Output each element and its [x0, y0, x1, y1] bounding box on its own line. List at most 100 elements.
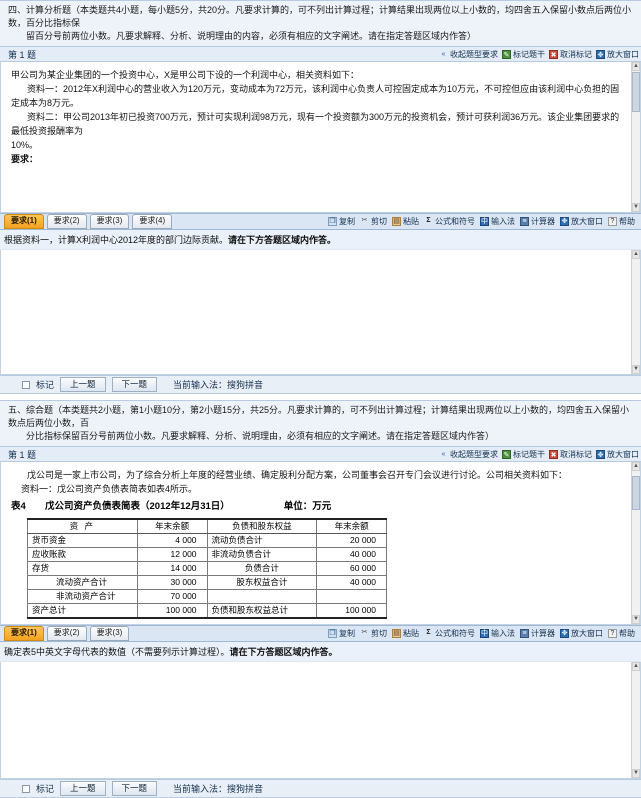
scroll-up-icon[interactable]: ▲ [632, 62, 640, 71]
tab-requirement-3[interactable]: 要求(3) [89, 626, 130, 641]
enlarge-window-icon: ✥ [560, 217, 569, 226]
stem-scrollbar[interactable]: ▲ ▼ [631, 462, 640, 624]
collapse-requirements-button[interactable]: « 收起题型要求 [439, 49, 498, 60]
question-type-line-2: 留百分号前两位小数。凡要求解释、分析、说明理由的内容，必须有相应的文字阐述。请在… [26, 31, 477, 41]
table-unit: 单位：万元 [283, 501, 332, 512]
previous-question-button[interactable]: 上一题 [60, 781, 106, 796]
paste-button[interactable]: ▤ 粘贴 [392, 628, 419, 639]
status-bar-five: 标记 上一题 下一题 当前输入法：搜狗拼音 [0, 779, 641, 798]
cell-liability-amount: 20 000 [316, 533, 387, 548]
unmark-button[interactable]: ✖ 取消标记 [549, 449, 592, 460]
formula-symbols-label: 公式和符号 [435, 217, 475, 226]
column-header-liability-amount: 年末余额 [316, 518, 387, 534]
input-method-button[interactable]: 中 输入法 [480, 216, 515, 227]
next-question-button[interactable]: 下一题 [111, 377, 158, 392]
requirement-bold-note: 请在下方答题区域内作答。 [229, 647, 338, 657]
calculator-icon: ≡ [520, 217, 529, 226]
collapse-requirements-button[interactable]: « 收起题型要求 [439, 449, 498, 460]
formula-symbols-button[interactable]: Σ 公式和符号 [424, 628, 475, 639]
collapse-icon: « [441, 450, 446, 458]
answer-scrollbar[interactable]: ▲ ▼ [631, 250, 640, 374]
help-button[interactable]: ? 帮助 [608, 628, 635, 639]
cell-liability-amount: 40 000 [316, 575, 387, 590]
next-question-button[interactable]: 下一题 [111, 781, 158, 796]
mark-checkbox[interactable] [22, 380, 30, 389]
enlarge-window-label: 放大窗口 [571, 629, 603, 638]
previous-question-button[interactable]: 上一题 [60, 377, 106, 392]
column-header-asset: 资 产 [27, 518, 138, 534]
requirement-text: 根据资料一，计算X利润中心2012年度的部门边际贡献。 [4, 235, 229, 245]
paste-label: 粘贴 [403, 217, 419, 226]
tab-requirement-1[interactable]: 要求(1) [4, 626, 44, 641]
scroll-up-icon[interactable]: ▲ [632, 250, 640, 259]
scrollbar-thumb[interactable] [632, 72, 640, 112]
stem-scrollbar[interactable]: ▲ ▼ [631, 62, 640, 212]
enlarge-window-button[interactable]: ✥ 放大窗口 [560, 628, 603, 639]
sigma-icon: Σ [426, 629, 431, 636]
calculator-icon: ≡ [520, 629, 529, 638]
cell-liability-amount: 40 000 [316, 547, 387, 562]
paste-button[interactable]: ▤ 粘贴 [392, 216, 419, 227]
tab-requirement-2[interactable]: 要求(2) [46, 214, 87, 229]
question-number-label: 第 1 题 [8, 49, 37, 60]
paste-label: 粘贴 [403, 629, 419, 638]
unmark-button[interactable]: ✖ 取消标记 [549, 49, 592, 60]
calculator-button[interactable]: ≡ 计算器 [520, 216, 555, 227]
tab-requirement-1[interactable]: 要求(1) [4, 214, 44, 229]
answer-scrollbar[interactable]: ▲ ▼ [631, 662, 640, 778]
cancel-mark-icon: ✖ [549, 449, 558, 459]
input-method-label: 输入法 [491, 629, 515, 638]
requirement-tabs-four: 要求(1) 要求(2) 要求(3) 要求(4) [4, 214, 173, 229]
enlarge-window-label: 放大窗口 [607, 49, 639, 59]
mark-checkbox[interactable] [22, 784, 30, 793]
copy-button[interactable]: ❐ 复制 [328, 628, 355, 639]
requirement-bold-note: 请在下方答题区域内作答。 [228, 235, 337, 245]
scissors-icon: ✂ [361, 217, 368, 224]
cut-button[interactable]: ✂ 剪切 [360, 628, 387, 639]
cell-asset-amount: 12 000 [136, 547, 208, 562]
requirement-text-four: 根据资料一，计算X利润中心2012年度的部门边际贡献。请在下方答题区域内作答。 [0, 230, 641, 250]
answer-input-area-five[interactable]: ▲ ▼ [0, 662, 641, 779]
tab-requirement-2[interactable]: 要求(2) [46, 626, 87, 641]
cut-label: 剪切 [371, 217, 387, 226]
cell-asset: 流动资产合计 [27, 575, 138, 590]
requirement-text-five: 确定表5中英文字母代表的数值（不需要列示计算过程）。请在下方答题区域内作答。 [0, 642, 641, 662]
cell-liability: 流动负债合计 [206, 533, 318, 548]
table-number: 表4 [11, 501, 26, 512]
formula-symbols-button[interactable]: Σ 公式和符号 [424, 216, 475, 227]
scroll-down-icon[interactable]: ▼ [632, 203, 640, 212]
cell-asset: 货币资金 [27, 533, 138, 548]
cut-label: 剪切 [371, 629, 387, 638]
cell-liability [206, 589, 318, 604]
cell-asset: 应收账款 [27, 547, 138, 562]
scroll-down-icon[interactable]: ▼ [632, 769, 640, 778]
enlarge-window-button[interactable]: ✥ 放大窗口 [596, 49, 639, 60]
stem-requirement-label: 要求： [11, 154, 39, 164]
cut-button[interactable]: ✂ 剪切 [360, 216, 387, 227]
copy-button[interactable]: ❐ 复制 [328, 216, 355, 227]
help-button[interactable]: ? 帮助 [608, 216, 635, 227]
stem-paragraph: 资料二：甲公司2013年初已投资700万元，预计可实现利润98万元，现有一个投资… [11, 112, 620, 136]
edit-tool-group-four: ❐ 复制 ✂ 剪切 ▤ 粘贴 Σ 公式和符号 中 输入法 ≡ 计算器 ✥ 放大窗… [328, 216, 637, 227]
answer-input-area-four[interactable]: ▲ ▼ [0, 250, 641, 375]
question-stem-five: 戊公司是一家上市公司，为了综合分析上年度的经营业绩、确定股利分配方案，公司董事会… [0, 462, 641, 625]
cell-asset-amount: 14 000 [136, 561, 208, 576]
scroll-up-icon[interactable]: ▲ [632, 462, 640, 471]
mark-stem-label: 标记题干 [513, 49, 545, 59]
collapse-requirements-label: 收起题型要求 [450, 449, 498, 459]
scroll-down-icon[interactable]: ▼ [632, 615, 640, 624]
enlarge-window-button[interactable]: ✥ 放大窗口 [596, 449, 639, 460]
cell-asset: 存货 [27, 561, 138, 576]
mark-stem-button[interactable]: ✎ 标记题干 [502, 449, 545, 460]
tab-requirement-3[interactable]: 要求(3) [89, 214, 130, 229]
scroll-down-icon[interactable]: ▼ [632, 365, 640, 374]
scrollbar-thumb[interactable] [632, 476, 640, 510]
calculator-button[interactable]: ≡ 计算器 [520, 628, 555, 639]
table-row: 流动资产合计 30 000 股东权益合计 40 000 [27, 575, 387, 590]
tab-requirement-4[interactable]: 要求(4) [132, 214, 173, 229]
scroll-up-icon[interactable]: ▲ [632, 662, 640, 671]
mark-stem-button[interactable]: ✎ 标记题干 [502, 49, 545, 60]
collapse-icon: « [441, 50, 446, 58]
enlarge-window-button[interactable]: ✥ 放大窗口 [560, 216, 603, 227]
input-method-button[interactable]: 中 输入法 [480, 628, 515, 639]
